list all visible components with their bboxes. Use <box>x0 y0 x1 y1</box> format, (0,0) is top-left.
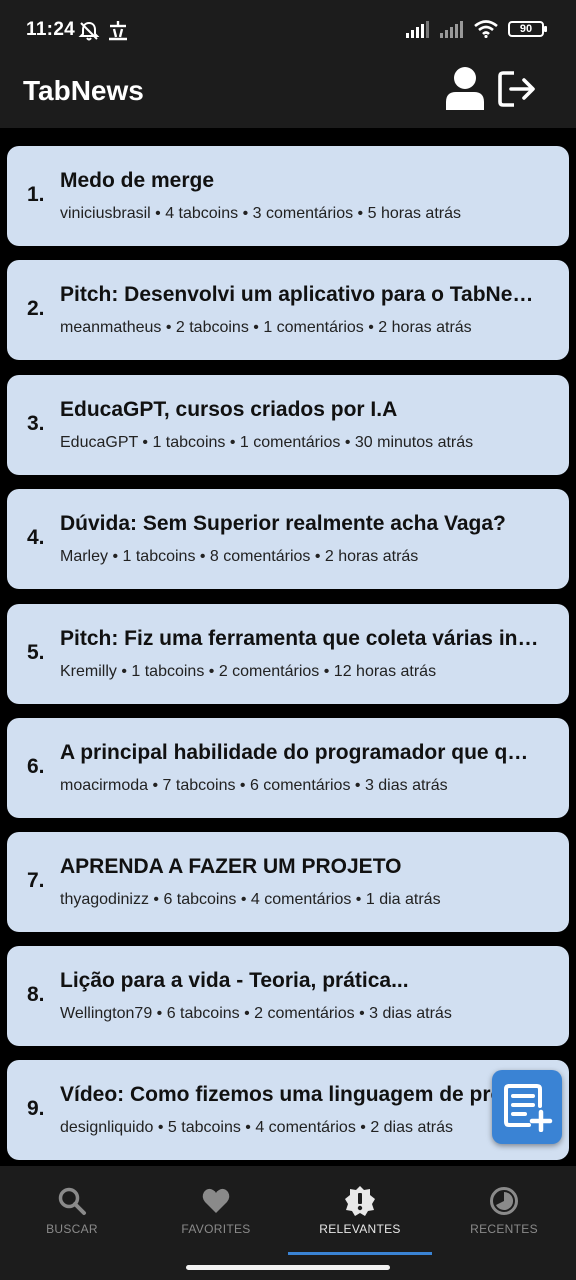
post-meta: Kremilly • 1 tabcoins • 2 comentários • … <box>60 663 437 680</box>
post-card[interactable]: 4. Dúvida: Sem Superior realmente acha V… <box>7 489 569 589</box>
nav-item-recentes[interactable]: RECENTES <box>432 1166 576 1256</box>
home-gesture-bar[interactable] <box>186 1265 390 1270</box>
post-meta: thyagodinizz • 6 tabcoins • 4 comentário… <box>60 891 441 908</box>
post-rank: 9. <box>27 1097 45 1120</box>
post-meta: moacirmoda • 7 tabcoins • 6 comentários … <box>60 777 448 794</box>
post-rank: 7. <box>27 869 45 892</box>
status-right-icons: 90 <box>406 20 547 38</box>
person-icon <box>446 67 484 110</box>
post-card[interactable]: 6. A principal habilidade do programador… <box>7 718 569 818</box>
profile-button[interactable] <box>444 66 486 112</box>
post-title: Medo de merge <box>60 169 215 192</box>
status-bar: 11:24 90 <box>0 0 576 50</box>
gesture-area <box>0 1256 576 1280</box>
clock-icon <box>490 1187 518 1215</box>
post-meta: Wellington79 • 6 tabcoins • 2 comentário… <box>60 1005 452 1022</box>
post-title: Vídeo: Como fizemos uma linguagem de pro… <box>60 1083 540 1106</box>
nav-label-buscar: BUSCAR <box>46 1222 98 1236</box>
search-icon <box>58 1187 86 1215</box>
nav-active-indicator <box>288 1252 432 1255</box>
status-time: 11:24 <box>26 19 76 40</box>
signal-icon <box>406 21 429 38</box>
post-rank: 3. <box>27 412 45 435</box>
post-rank: 6. <box>27 755 45 778</box>
nav-item-buscar[interactable]: BUSCAR <box>0 1166 144 1256</box>
no-disturb-icon <box>78 21 100 41</box>
nav-label-favorites: FAVORITES <box>181 1222 251 1236</box>
new-post-button[interactable] <box>492 1070 562 1144</box>
post-card[interactable]: 5. Pitch: Fiz uma ferramenta que coleta … <box>7 604 569 704</box>
wifi-icon <box>474 20 498 38</box>
app-title: TabNews <box>23 75 144 106</box>
post-card[interactable]: 8. Lição para a vida - Teoria, prática..… <box>7 946 569 1046</box>
battery-icon: 90 <box>508 21 547 37</box>
nav-label-recentes: RECENTES <box>470 1222 538 1236</box>
post-rank: 2. <box>27 297 45 320</box>
post-title: Pitch: Desenvolvi um aplicativo para o T… <box>60 283 540 306</box>
nav-item-relevantes[interactable]: RELEVANTES <box>288 1166 432 1256</box>
logout-icon <box>498 71 535 107</box>
ime-icon <box>109 21 127 41</box>
post-title: A principal habilidade do programador qu… <box>60 741 540 764</box>
post-card[interactable]: 3. EducaGPT, cursos criados por I.A Educ… <box>7 375 569 475</box>
post-title: EducaGPT, cursos criados por I.A <box>60 398 398 421</box>
new-post-icon <box>504 1084 553 1132</box>
post-meta: designliquido • 5 tabcoins • 4 comentári… <box>60 1119 454 1136</box>
post-title: Dúvida: Sem Superior realmente acha Vaga… <box>60 512 506 535</box>
post-card[interactable]: 9. Vídeo: Como fizemos uma linguagem de … <box>7 1060 569 1160</box>
post-list[interactable]: 1. Medo de merge viniciusbrasil • 4 tabc… <box>0 128 576 1166</box>
post-meta: EducaGPT • 1 tabcoins • 1 comentários • … <box>60 434 474 451</box>
bottom-nav: BUSCAR FAVORITES RELEVANTES RECENTES <box>0 1166 576 1256</box>
post-rank: 4. <box>27 526 45 549</box>
post-meta: Marley • 1 tabcoins • 8 comentários • 2 … <box>60 548 419 565</box>
nav-label-relevantes: RELEVANTES <box>319 1222 401 1236</box>
status-left-icons <box>78 20 128 42</box>
post-meta: meanmatheus • 2 tabcoins • 1 comentários… <box>60 319 472 336</box>
post-rank: 8. <box>27 983 45 1006</box>
post-meta: viniciusbrasil • 4 tabcoins • 3 comentár… <box>60 205 461 222</box>
app-bar: TabNews <box>0 50 576 128</box>
post-rank: 5. <box>27 641 45 664</box>
logout-button[interactable] <box>498 70 538 108</box>
post-card[interactable]: 2. Pitch: Desenvolvi um aplicativo para … <box>7 260 569 360</box>
post-title: Lição para a vida - Teoria, prática... <box>60 969 409 992</box>
post-title: APRENDA A FAZER UM PROJETO <box>60 855 402 878</box>
post-card[interactable]: 1. Medo de merge viniciusbrasil • 4 tabc… <box>7 146 569 246</box>
signal-icon-2 <box>440 21 463 38</box>
nav-item-favorites[interactable]: FAVORITES <box>144 1166 288 1256</box>
alert-badge-icon <box>345 1186 375 1216</box>
post-card[interactable]: 7. APRENDA A FAZER UM PROJETO thyagodini… <box>7 832 569 932</box>
heart-icon <box>202 1188 230 1213</box>
post-rank: 1. <box>27 183 45 206</box>
post-title: Pitch: Fiz uma ferramenta que coleta vár… <box>60 627 540 650</box>
